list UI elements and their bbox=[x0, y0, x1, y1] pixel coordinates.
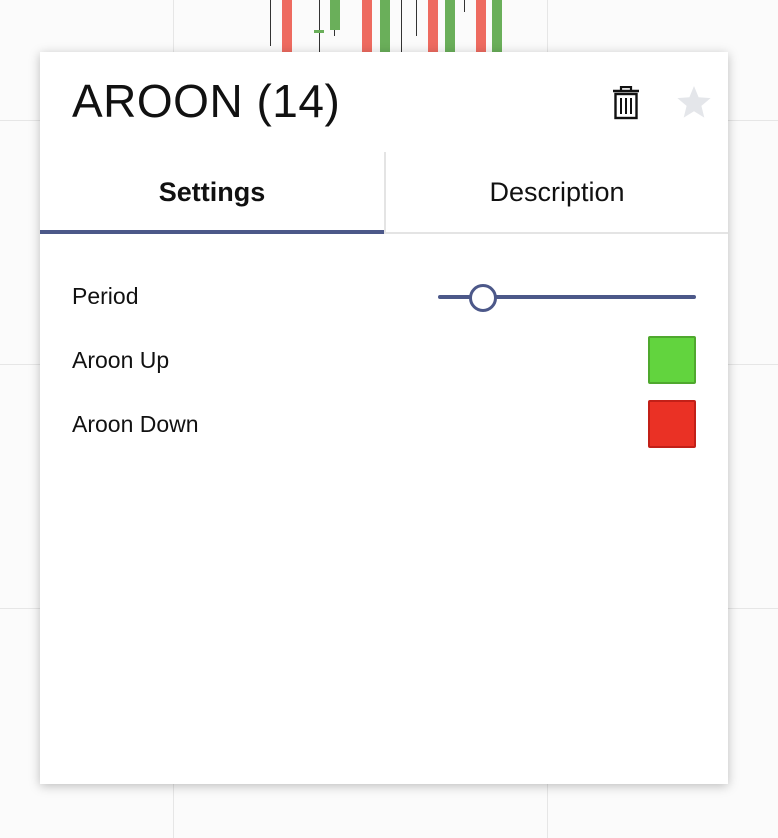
candle-wick bbox=[464, 0, 465, 12]
candle bbox=[492, 0, 502, 52]
tab-settings[interactable]: Settings bbox=[40, 152, 384, 234]
candle bbox=[314, 30, 324, 33]
candle-wick bbox=[319, 0, 320, 52]
candle bbox=[476, 0, 486, 52]
trash-icon[interactable] bbox=[612, 85, 640, 120]
period-slider[interactable] bbox=[438, 282, 696, 312]
candle-wick bbox=[416, 0, 417, 36]
indicator-settings-panel: AROON (14) Settings Description Period A… bbox=[40, 52, 728, 784]
period-label: Period bbox=[72, 283, 139, 309]
indicator-title: AROON (14) bbox=[72, 75, 341, 127]
aroon-down-label: Aroon Down bbox=[72, 411, 199, 437]
candle bbox=[445, 0, 455, 52]
aroon-down-color-swatch[interactable] bbox=[648, 400, 696, 448]
candle-wick bbox=[270, 0, 271, 46]
candle bbox=[282, 0, 292, 52]
candle bbox=[380, 0, 390, 52]
star-icon[interactable] bbox=[676, 84, 712, 120]
slider-thumb[interactable] bbox=[468, 284, 497, 312]
candle bbox=[428, 0, 438, 52]
aroon-up-color-swatch[interactable] bbox=[648, 336, 696, 384]
tab-bar: Settings Description bbox=[40, 152, 728, 234]
aroon-up-label: Aroon Up bbox=[72, 347, 170, 373]
candle bbox=[330, 0, 340, 30]
candle bbox=[362, 0, 372, 52]
tab-description[interactable]: Description bbox=[384, 152, 728, 232]
candle-wick bbox=[401, 0, 402, 52]
